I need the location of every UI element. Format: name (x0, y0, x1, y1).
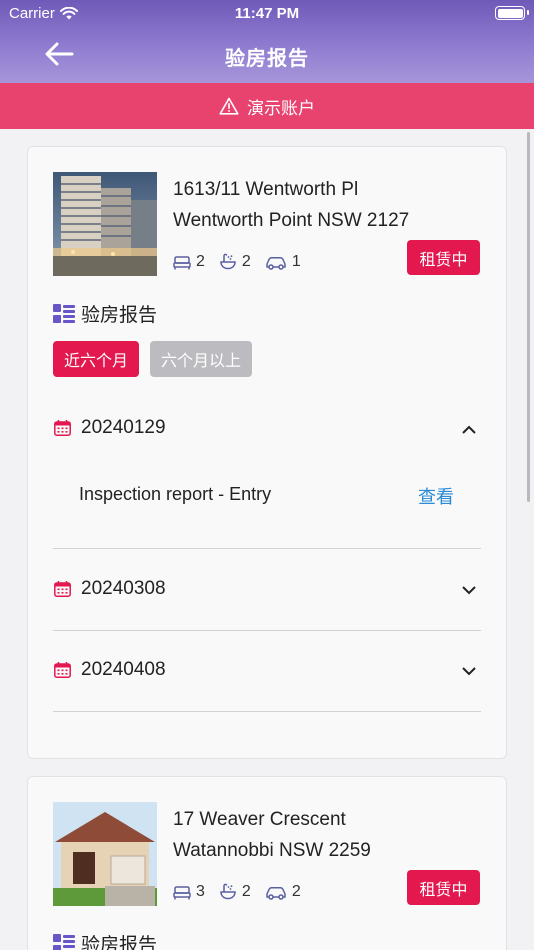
calendar-icon (54, 662, 71, 678)
status-bar: Carrier 11:47 PM (0, 0, 534, 28)
bedroom-spec: 3 (173, 883, 205, 901)
chevron-down-icon[interactable] (460, 662, 478, 680)
status-badge: 租赁中 (407, 240, 480, 275)
demo-account-label: 演示账户 (247, 98, 315, 118)
chevron-down-icon[interactable] (460, 581, 478, 599)
calendar-icon (54, 581, 71, 597)
inspection-header-20240308[interactable]: 20240308 (54, 578, 166, 600)
property-specs: 2 2 1 (173, 253, 301, 271)
inspection-date: 20240408 (81, 659, 166, 680)
section-title-label: 验房报告 (81, 305, 158, 326)
parking-spec: 1 (265, 253, 301, 271)
car-icon (266, 886, 286, 900)
chevron-up-icon[interactable] (460, 420, 478, 438)
warning-icon (219, 97, 239, 115)
clock: 11:47 PM (234, 5, 300, 22)
inspection-date: 20240308 (81, 578, 166, 599)
bedroom-count: 2 (196, 253, 205, 270)
calendar-icon (54, 420, 71, 436)
parking-count: 1 (291, 253, 301, 270)
list-icon (53, 303, 75, 323)
section-title-label: 验房报告 (81, 935, 158, 950)
inspection-date: 20240129 (81, 417, 166, 438)
bedroom-spec: 2 (173, 253, 205, 271)
bath-icon (220, 883, 236, 900)
status-badge: 租赁中 (407, 870, 480, 905)
address-line2: Watannobbi NSW 2259 (173, 840, 371, 861)
address-line2: Wentworth Point NSW 2127 (173, 210, 410, 231)
period-filter: 近六个月 六个月以上 (53, 341, 253, 377)
divider (53, 711, 481, 712)
inspection-header-20240408[interactable]: 20240408 (54, 659, 166, 681)
property-photo[interactable] (53, 802, 157, 906)
property-card: 1613/11 Wentworth Pl Wentworth Point NSW… (27, 146, 507, 759)
property-specs: 3 2 2 (173, 883, 301, 901)
page-title: 验房报告 (225, 48, 309, 70)
property-photo[interactable] (53, 172, 157, 276)
address-line1: 17 Weaver Crescent (173, 809, 346, 830)
bed-icon (173, 255, 191, 269)
scrollbar[interactable] (527, 132, 530, 502)
view-report-link[interactable]: 查看 (418, 483, 454, 509)
parking-count: 2 (291, 883, 301, 900)
battery-icon (495, 6, 529, 20)
property-card: 17 Weaver Crescent Watannobbi NSW 2259 3… (27, 776, 507, 950)
demo-account-banner: 演示账户 (0, 83, 534, 129)
list-icon (53, 933, 75, 950)
app-header: Carrier 11:47 PM 验房报告 (0, 0, 534, 83)
nav-bar: 验房报告 (0, 28, 534, 83)
bathroom-count: 2 (241, 883, 251, 900)
car-icon (266, 256, 286, 270)
bath-icon (220, 253, 236, 270)
section-title: 验房报告 (53, 930, 157, 950)
bathroom-count: 2 (241, 253, 251, 270)
report-title: Inspection report - Entry (79, 484, 272, 504)
inspection-header-20240129[interactable]: 20240129 (54, 417, 166, 439)
parking-spec: 2 (265, 883, 301, 901)
address-line1: 1613/11 Wentworth Pl (173, 179, 359, 200)
bedroom-count: 3 (196, 883, 205, 900)
property-address[interactable]: 1613/11 Wentworth Pl Wentworth Point NSW… (173, 174, 409, 236)
bathroom-spec: 2 (219, 883, 251, 901)
filter-last-six-months[interactable]: 近六个月 (53, 341, 140, 377)
filter-over-six-months[interactable]: 六个月以上 (150, 341, 253, 377)
divider (53, 548, 481, 549)
bed-icon (173, 885, 191, 899)
bathroom-spec: 2 (219, 253, 251, 271)
section-title: 验房报告 (53, 300, 157, 327)
divider (53, 630, 481, 631)
property-address[interactable]: 17 Weaver Crescent Watannobbi NSW 2259 (173, 804, 371, 866)
